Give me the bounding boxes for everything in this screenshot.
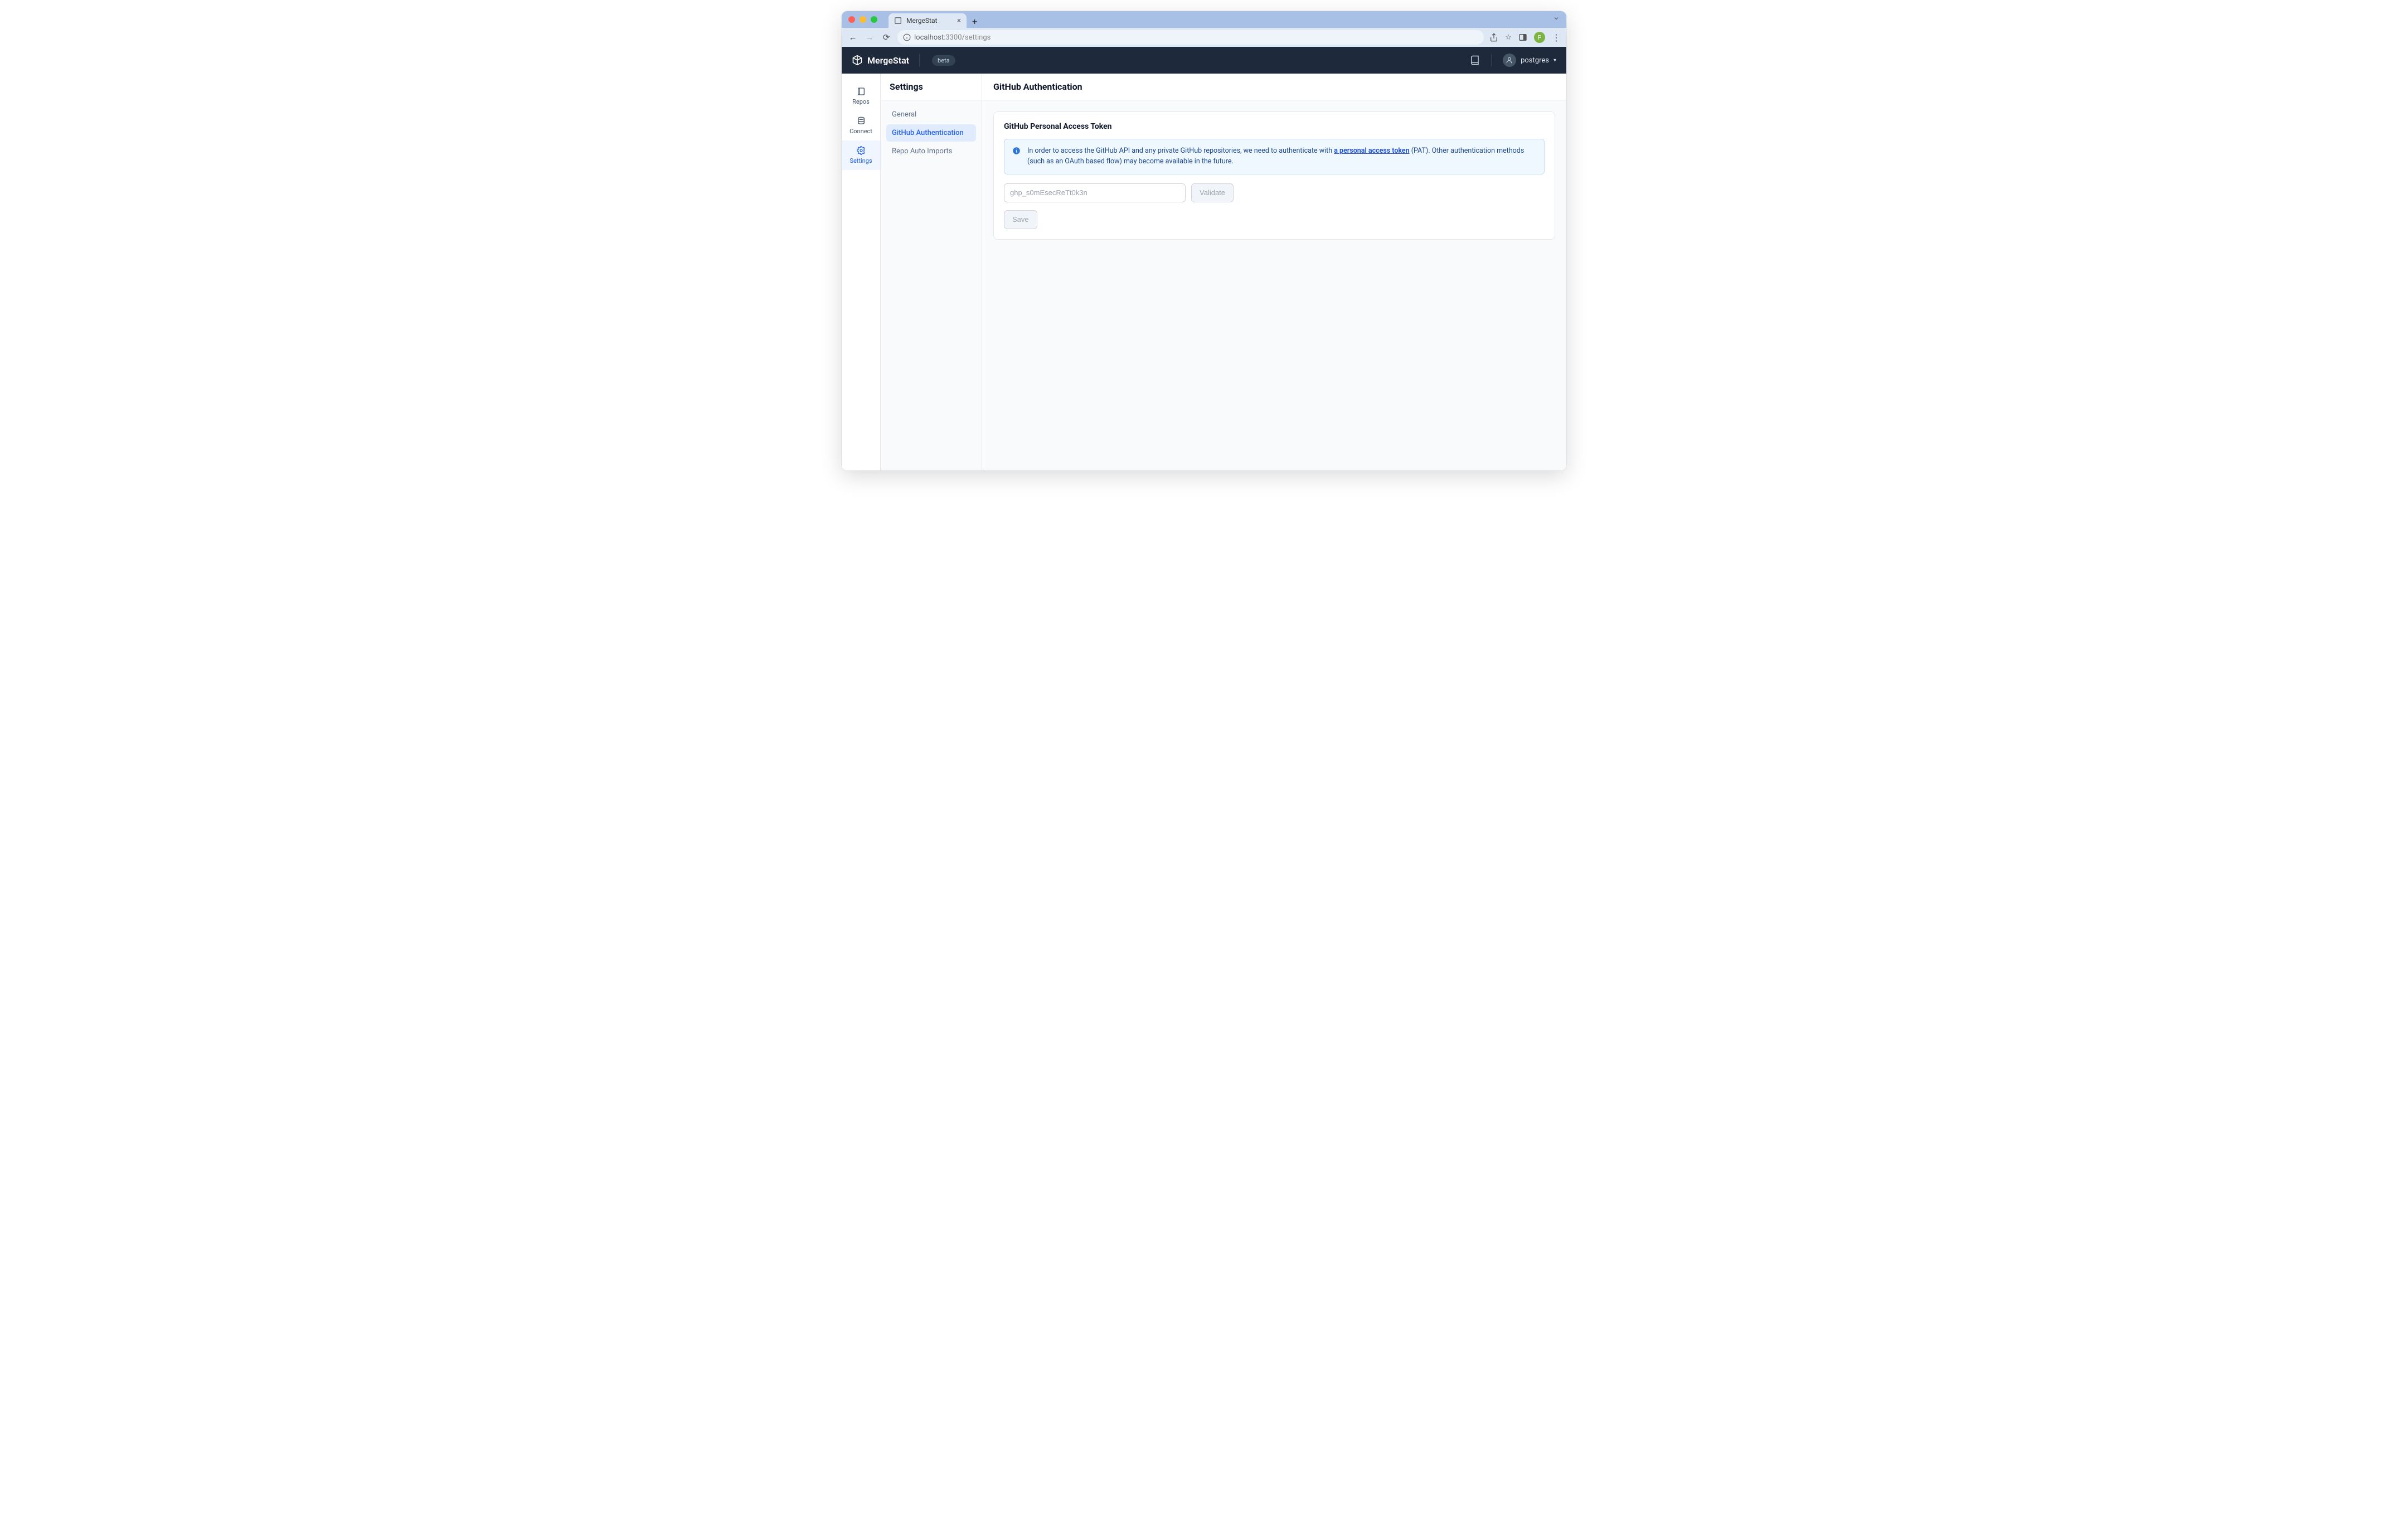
rail-item-repos[interactable]: Repos <box>842 81 880 111</box>
settings-nav: General GitHub Authentication Repo Auto … <box>881 100 982 166</box>
info-text: In order to access the GitHub API and an… <box>1027 146 1536 167</box>
share-icon[interactable] <box>1489 33 1498 42</box>
browser-window: MergeStat × + ← → ⟳ localhost:3300/setti… <box>842 11 1566 470</box>
window-close-button[interactable] <box>848 16 855 23</box>
rail-item-connect[interactable]: Connect <box>842 111 880 140</box>
pat-card: GitHub Personal Access Token In order to… <box>993 111 1555 240</box>
brand-name: MergeStat <box>867 55 909 66</box>
app-body: Repos Connect Settings Settings General … <box>842 74 1566 470</box>
divider <box>1491 54 1492 66</box>
url-text: localhost:3300/settings <box>914 33 991 42</box>
rail-item-label: Repos <box>852 98 870 105</box>
new-tab-button[interactable]: + <box>972 16 977 28</box>
browser-tabs: MergeStat × + <box>889 11 977 28</box>
profile-badge[interactable]: P <box>1534 32 1545 43</box>
icon-rail: Repos Connect Settings <box>842 74 881 470</box>
window-maximize-button[interactable] <box>871 16 877 23</box>
card-title: GitHub Personal Access Token <box>1004 122 1545 131</box>
settings-column: Settings General GitHub Authentication R… <box>881 74 982 470</box>
main-column: GitHub Authentication GitHub Personal Ac… <box>982 74 1566 470</box>
validate-button[interactable]: Validate <box>1191 183 1234 202</box>
user-avatar-icon <box>1503 54 1516 67</box>
toolbar-right: ☆ P ⋮ <box>1489 32 1561 43</box>
tab-favicon <box>894 17 902 25</box>
pat-input[interactable] <box>1004 183 1186 202</box>
panel-icon[interactable] <box>1518 33 1527 42</box>
page-title: GitHub Authentication <box>982 74 1566 100</box>
token-form-row: Validate <box>1004 183 1545 202</box>
titlebar: MergeStat × + <box>842 11 1566 28</box>
tab-title: MergeStat <box>906 17 937 25</box>
chevron-down-icon: ▾ <box>1553 57 1556 64</box>
save-button[interactable]: Save <box>1004 210 1037 229</box>
username-label: postgres <box>1521 56 1549 65</box>
pat-link[interactable]: a personal access token <box>1334 147 1409 155</box>
rail-item-label: Settings <box>849 157 872 164</box>
rail-item-label: Connect <box>849 128 872 135</box>
beta-badge: beta <box>932 55 955 66</box>
info-icon <box>1012 147 1021 167</box>
tabs-dropdown-icon[interactable] <box>1553 15 1560 24</box>
nav-forward-button[interactable]: → <box>864 32 875 42</box>
user-menu[interactable]: postgres ▾ <box>1503 54 1556 67</box>
info-banner: In order to access the GitHub API and an… <box>1004 139 1545 174</box>
window-minimize-button[interactable] <box>860 16 866 23</box>
gear-icon <box>857 146 866 155</box>
bookmark-icon[interactable]: ☆ <box>1505 33 1512 42</box>
main-content: GitHub Personal Access Token In order to… <box>982 100 1566 251</box>
browser-toolbar: ← → ⟳ localhost:3300/settings ☆ P ⋮ <box>842 28 1566 47</box>
settings-nav-github-auth[interactable]: GitHub Authentication <box>886 124 976 142</box>
book-icon[interactable] <box>1470 55 1480 65</box>
site-info-icon <box>903 33 911 41</box>
settings-nav-general[interactable]: General <box>886 106 976 123</box>
settings-nav-repo-auto-imports[interactable]: Repo Auto Imports <box>886 143 976 160</box>
url-bar[interactable]: localhost:3300/settings <box>897 30 1484 45</box>
brand-logo-icon <box>852 55 863 66</box>
nav-reload-button[interactable]: ⟳ <box>881 32 892 42</box>
repo-icon <box>857 87 866 96</box>
header-right: postgres ▾ <box>1470 54 1556 67</box>
divider <box>919 54 920 66</box>
browser-tab[interactable]: MergeStat × <box>889 13 967 28</box>
settings-title: Settings <box>881 74 982 100</box>
app-header: MergeStat beta postgres ▾ <box>842 47 1566 74</box>
browser-menu-icon[interactable]: ⋮ <box>1552 32 1561 43</box>
database-icon <box>857 117 866 125</box>
nav-back-button[interactable]: ← <box>847 32 858 42</box>
traffic-lights <box>848 16 877 23</box>
brand[interactable]: MergeStat <box>852 55 909 66</box>
tab-close-icon[interactable]: × <box>957 17 961 25</box>
rail-item-settings[interactable]: Settings <box>842 140 880 170</box>
